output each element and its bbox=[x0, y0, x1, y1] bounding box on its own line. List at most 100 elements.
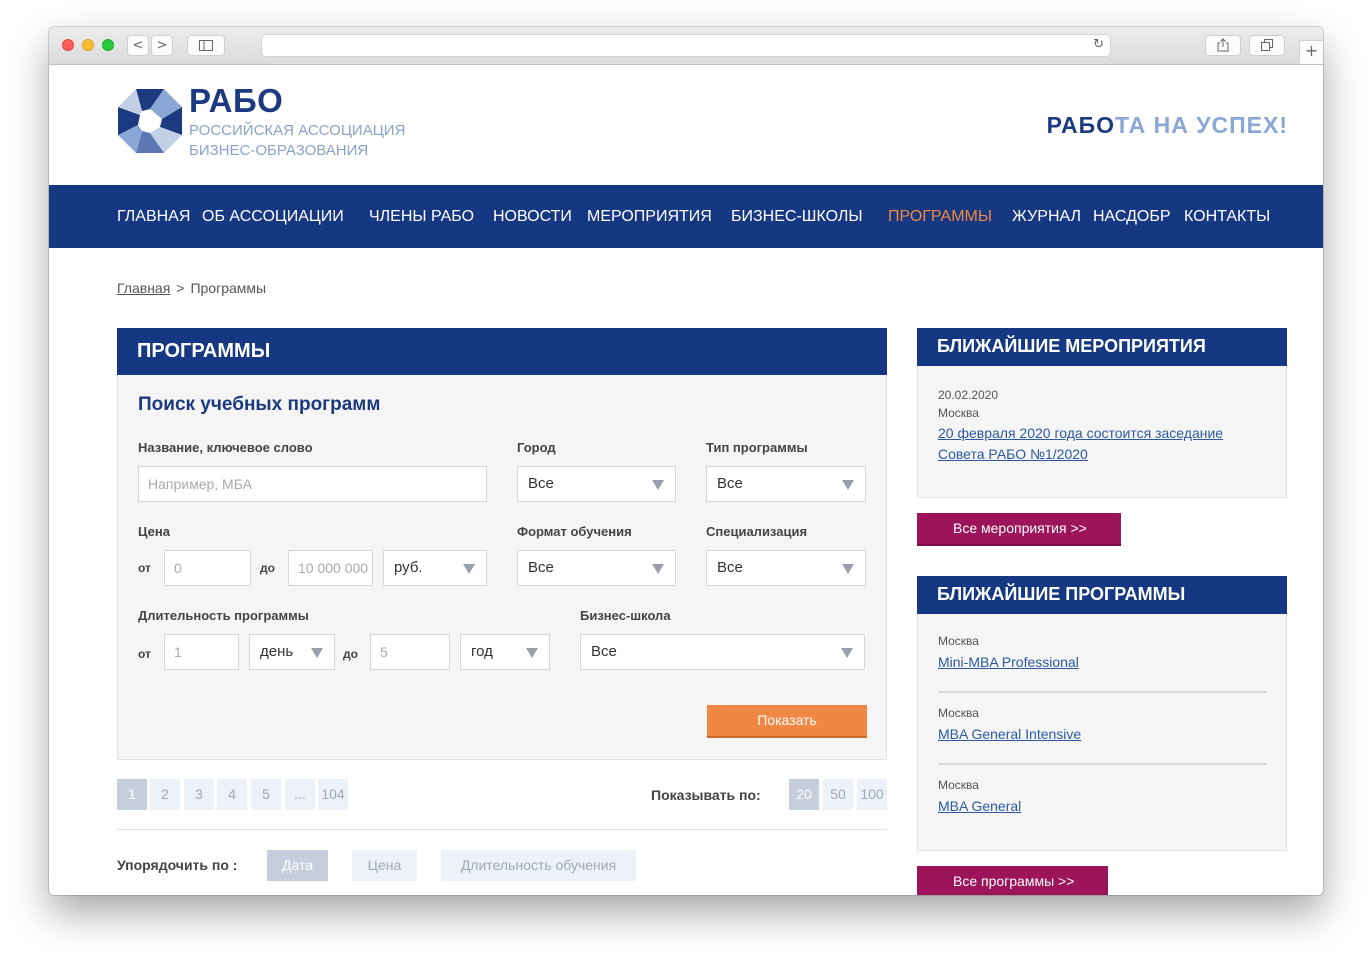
sort-by-price[interactable]: Цена bbox=[352, 850, 417, 881]
duration-label: Длительность программы bbox=[138, 608, 309, 623]
city-label: Город bbox=[517, 440, 556, 455]
event-city: Москва bbox=[938, 406, 979, 420]
keyword-input[interactable]: Например, МБА bbox=[138, 466, 487, 502]
chevron-down-icon bbox=[311, 648, 323, 658]
new-tab-button[interactable]: + bbox=[1299, 40, 1323, 64]
show-button[interactable]: Показать bbox=[707, 705, 867, 738]
program-city: Москва bbox=[938, 778, 979, 792]
duration-to-unit-select[interactable]: год bbox=[460, 634, 550, 670]
nav-item-business-schools[interactable]: БИЗНЕС-ШКОЛЫ bbox=[731, 208, 863, 226]
duration-to-label: до bbox=[343, 647, 358, 661]
address-bar[interactable]: ↻ bbox=[261, 34, 1111, 57]
chevron-down-icon bbox=[463, 564, 475, 574]
currency-value: руб. bbox=[394, 559, 423, 576]
nav-item-members[interactable]: ЧЛЕНЫ РАБО bbox=[369, 208, 474, 226]
chevron-down-icon bbox=[652, 564, 664, 574]
duration-from-unit-value: день bbox=[260, 643, 294, 660]
duration-from-unit-select[interactable]: день bbox=[249, 634, 335, 670]
main-nav: ГЛАВНАЯ ОБ АССОЦИАЦИИ ЧЛЕНЫ РАБО НОВОСТИ… bbox=[49, 185, 1323, 248]
price-to-label: до bbox=[260, 561, 275, 575]
slogan: РАБОТА НА УСПЕХ! bbox=[1047, 112, 1288, 139]
nav-item-events[interactable]: МЕРОПРИЯТИЯ bbox=[587, 208, 712, 226]
chevron-down-icon bbox=[652, 480, 664, 490]
page-button-last[interactable]: 104 bbox=[318, 779, 348, 810]
tabs-overview-button[interactable] bbox=[1249, 35, 1285, 56]
breadcrumb: Главная > Программы bbox=[117, 280, 266, 296]
price-label: Цена bbox=[138, 524, 170, 539]
program-link[interactable]: MBA General bbox=[938, 796, 1021, 817]
page-button-1[interactable]: 1 bbox=[117, 779, 147, 810]
program-search-form: Поиск учебных программ Название, ключево… bbox=[117, 375, 887, 760]
nav-item-programs[interactable]: ПРОГРАММЫ bbox=[888, 208, 992, 226]
city-select-value: Все bbox=[528, 475, 554, 492]
close-window-button[interactable] bbox=[62, 39, 74, 51]
event-link[interactable]: 20 февраля 2020 года состоится заседание… bbox=[938, 423, 1223, 465]
browser-toolbar: < > ↻ + bbox=[49, 27, 1323, 65]
price-from-input[interactable]: 0 bbox=[164, 550, 251, 586]
duration-to-input[interactable]: 5 bbox=[370, 634, 450, 670]
page-button-3[interactable]: 3 bbox=[184, 779, 214, 810]
nav-item-news[interactable]: НОВОСТИ bbox=[493, 208, 572, 226]
program-separator bbox=[938, 691, 1267, 693]
web-page: РАБО РОССИЙСКАЯ АССОЦИАЦИЯ БИЗНЕС-ОБРАЗО… bbox=[49, 65, 1323, 895]
program-separator bbox=[938, 763, 1267, 765]
page-button-2[interactable]: 2 bbox=[150, 779, 180, 810]
format-select[interactable]: Все bbox=[517, 550, 676, 586]
program-link[interactable]: MBA General Intensive bbox=[938, 724, 1081, 745]
currency-select[interactable]: руб. bbox=[383, 550, 487, 586]
minimize-window-button[interactable] bbox=[82, 39, 94, 51]
city-select[interactable]: Все bbox=[517, 466, 676, 502]
price-from-label: от bbox=[138, 561, 151, 575]
event-date: 20.02.2020 bbox=[938, 388, 999, 402]
keyword-label: Название, ключевое слово bbox=[138, 440, 313, 455]
nav-item-nasdobr[interactable]: НАСДОБР bbox=[1093, 208, 1171, 226]
nav-item-home[interactable]: ГЛАВНАЯ bbox=[117, 208, 190, 226]
reload-icon[interactable]: ↻ bbox=[1093, 37, 1104, 52]
slogan-part2: ТА НА УСПЕХ! bbox=[1115, 112, 1288, 138]
program-type-value: Все bbox=[717, 475, 743, 492]
duration-from-input[interactable]: 1 bbox=[164, 634, 239, 670]
chevron-down-icon bbox=[841, 648, 853, 658]
program-city: Москва bbox=[938, 634, 979, 648]
all-events-button[interactable]: Все мероприятия >> bbox=[917, 513, 1121, 546]
program-link[interactable]: Mini-MBA Professional bbox=[938, 652, 1079, 673]
page-title: ПРОГРАММЫ bbox=[117, 328, 887, 375]
page-button-4[interactable]: 4 bbox=[217, 779, 247, 810]
all-programs-button[interactable]: Все программы >> bbox=[917, 866, 1108, 895]
sidebar-toggle-button[interactable] bbox=[187, 35, 225, 56]
per-page-50[interactable]: 50 bbox=[823, 779, 853, 810]
breadcrumb-home-link[interactable]: Главная bbox=[117, 280, 170, 296]
program-type-select[interactable]: Все bbox=[706, 466, 866, 502]
logo-title: РАБО bbox=[189, 82, 284, 119]
specialization-select[interactable]: Все bbox=[706, 550, 866, 586]
back-button[interactable]: < bbox=[127, 35, 149, 56]
sidebar-icon bbox=[199, 40, 213, 51]
event-link-line1[interactable]: 20 февраля 2020 года состоится заседание bbox=[938, 423, 1223, 444]
zoom-window-button[interactable] bbox=[102, 39, 114, 51]
per-page-20[interactable]: 20 bbox=[789, 779, 819, 810]
share-button[interactable] bbox=[1205, 35, 1241, 56]
sort-by-date[interactable]: Дата bbox=[267, 850, 328, 881]
nav-item-about[interactable]: ОБ АССОЦИАЦИИ bbox=[202, 208, 344, 226]
forward-button[interactable]: > bbox=[151, 35, 173, 56]
share-icon bbox=[1217, 38, 1229, 52]
business-school-select[interactable]: Все bbox=[580, 634, 865, 670]
browser-window: < > ↻ + РАБО РОССИЙСКАЯ АССОЦИАЦИЯ БИЗНЕ… bbox=[49, 27, 1323, 895]
chevron-down-icon bbox=[842, 564, 854, 574]
chevron-down-icon bbox=[842, 480, 854, 490]
breadcrumb-current: Программы bbox=[190, 280, 267, 296]
page-button-5[interactable]: 5 bbox=[251, 779, 281, 810]
duration-from-label: от bbox=[138, 647, 151, 661]
chevron-down-icon bbox=[526, 648, 538, 658]
program-type-label: Тип программы bbox=[706, 440, 808, 455]
logo-subtitle-line2: БИЗНЕС-ОБРАЗОВАНИЯ bbox=[189, 142, 369, 159]
price-to-input[interactable]: 10 000 000 bbox=[288, 550, 373, 586]
logo-subtitle-line1: РОССИЙСКАЯ АССОЦИАЦИЯ bbox=[189, 122, 406, 139]
nav-item-journal[interactable]: ЖУРНАЛ bbox=[1012, 208, 1081, 226]
per-page-100[interactable]: 100 bbox=[857, 779, 887, 810]
tabs-icon bbox=[1261, 39, 1273, 51]
nav-item-contacts[interactable]: КОНТАКТЫ bbox=[1184, 208, 1270, 226]
sort-by-duration[interactable]: Длительность обучения bbox=[441, 850, 636, 881]
event-link-line2[interactable]: Совета РАБО №1/2020 bbox=[938, 444, 1223, 465]
sort-label: Упорядочить по : bbox=[117, 857, 238, 873]
